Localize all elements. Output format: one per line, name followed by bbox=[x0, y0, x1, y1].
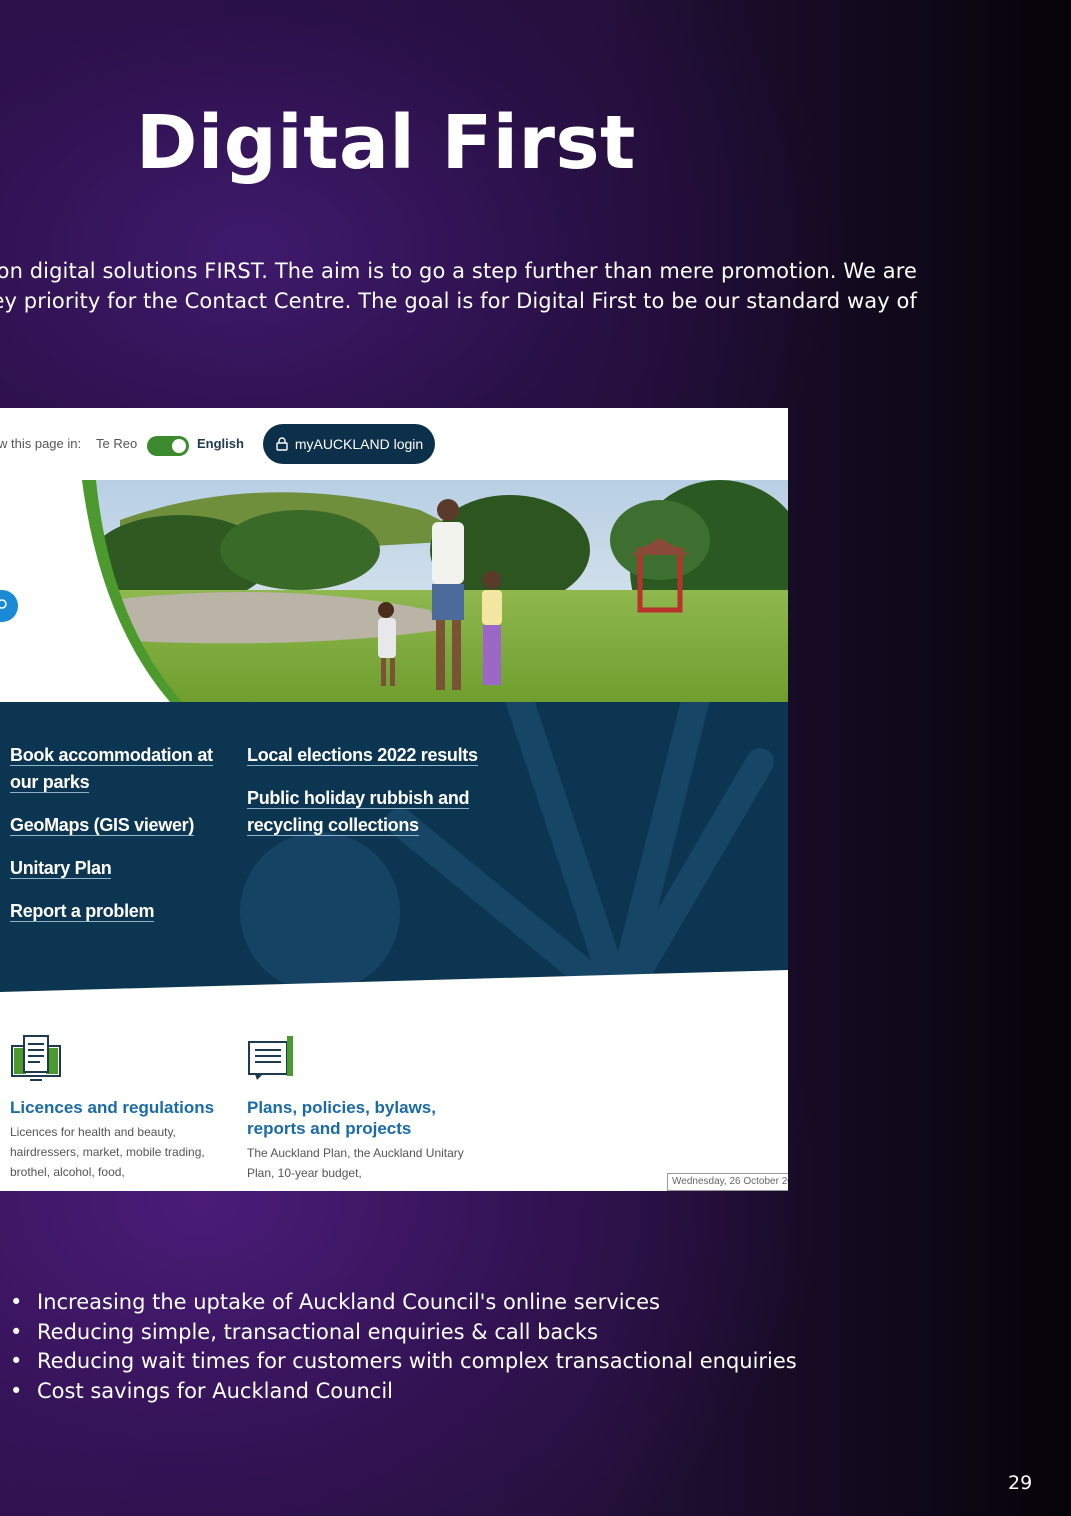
intro-line: sis on digital solutions FIRST. The aim … bbox=[0, 259, 917, 283]
list-item: Reducing simple, transactional enquiries… bbox=[10, 1318, 797, 1348]
intro-line: ey priority for the Contact Centre. The … bbox=[0, 289, 917, 313]
page-title: Digital First bbox=[136, 100, 636, 186]
lock-icon bbox=[276, 437, 288, 451]
link-local-elections[interactable]: Local elections 2022 results bbox=[247, 742, 487, 769]
list-item: Cost savings for Auckland Council bbox=[10, 1377, 797, 1407]
card-description: The Auckland Plan, the Auckland Unitary … bbox=[247, 1146, 464, 1180]
site-topbar: w this page in: Te Reo English myAUCKLAN… bbox=[0, 408, 788, 480]
website-screenshot: w this page in: Te Reo English myAUCKLAN… bbox=[0, 408, 788, 1191]
links-right-column: Local elections 2022 results Public holi… bbox=[247, 742, 487, 855]
licence-document-icon bbox=[11, 1035, 61, 1081]
link-report-problem[interactable]: Report a problem bbox=[10, 898, 220, 925]
card-plans-policies[interactable]: Plans, policies, bylaws, reports and pro… bbox=[247, 1032, 467, 1183]
page-number: 29 bbox=[1008, 1472, 1033, 1494]
link-public-holiday-rubbish[interactable]: Public holiday rubbish and recycling col… bbox=[247, 785, 487, 839]
login-label: myAUCKLAND login bbox=[294, 436, 424, 452]
toggle-knob bbox=[172, 439, 186, 453]
hero-photo bbox=[0, 480, 788, 702]
te-reo-option[interactable]: Te Reo bbox=[96, 436, 137, 451]
benefits-list: Increasing the uptake of Auckland Counci… bbox=[10, 1288, 797, 1406]
card-title: Licences and regulations bbox=[10, 1098, 215, 1117]
link-book-accommodation[interactable]: Book accommodation at our parks bbox=[10, 742, 220, 796]
language-toggle[interactable] bbox=[147, 436, 189, 456]
card-description: Licences for health and beauty, hairdres… bbox=[10, 1125, 205, 1179]
card-title: Plans, policies, bylaws, reports and pro… bbox=[247, 1098, 436, 1138]
list-item: Reducing wait times for customers with c… bbox=[10, 1347, 797, 1377]
service-cards: Licences and regulations Licences for he… bbox=[0, 1002, 788, 1191]
myauckland-login-button[interactable]: myAUCKLAND login bbox=[263, 424, 435, 464]
policy-document-icon bbox=[248, 1036, 293, 1080]
list-item: Increasing the uptake of Auckland Counci… bbox=[10, 1288, 797, 1318]
popular-links-band: Book accommodation at our parks GeoMaps … bbox=[0, 702, 788, 1002]
link-geomaps[interactable]: GeoMaps (GIS viewer) bbox=[10, 812, 220, 839]
links-left-column: Book accommodation at our parks GeoMaps … bbox=[10, 742, 220, 941]
link-unitary-plan[interactable]: Unitary Plan bbox=[10, 855, 220, 882]
intro-paragraph: sis on digital solutions FIRST. The aim … bbox=[0, 256, 917, 316]
card-licences[interactable]: Licences and regulations Licences for he… bbox=[10, 1032, 225, 1182]
english-option[interactable]: English bbox=[197, 436, 244, 451]
date-display: Wednesday, 26 October 20 bbox=[667, 1173, 788, 1191]
language-label: w this page in: bbox=[0, 436, 82, 451]
